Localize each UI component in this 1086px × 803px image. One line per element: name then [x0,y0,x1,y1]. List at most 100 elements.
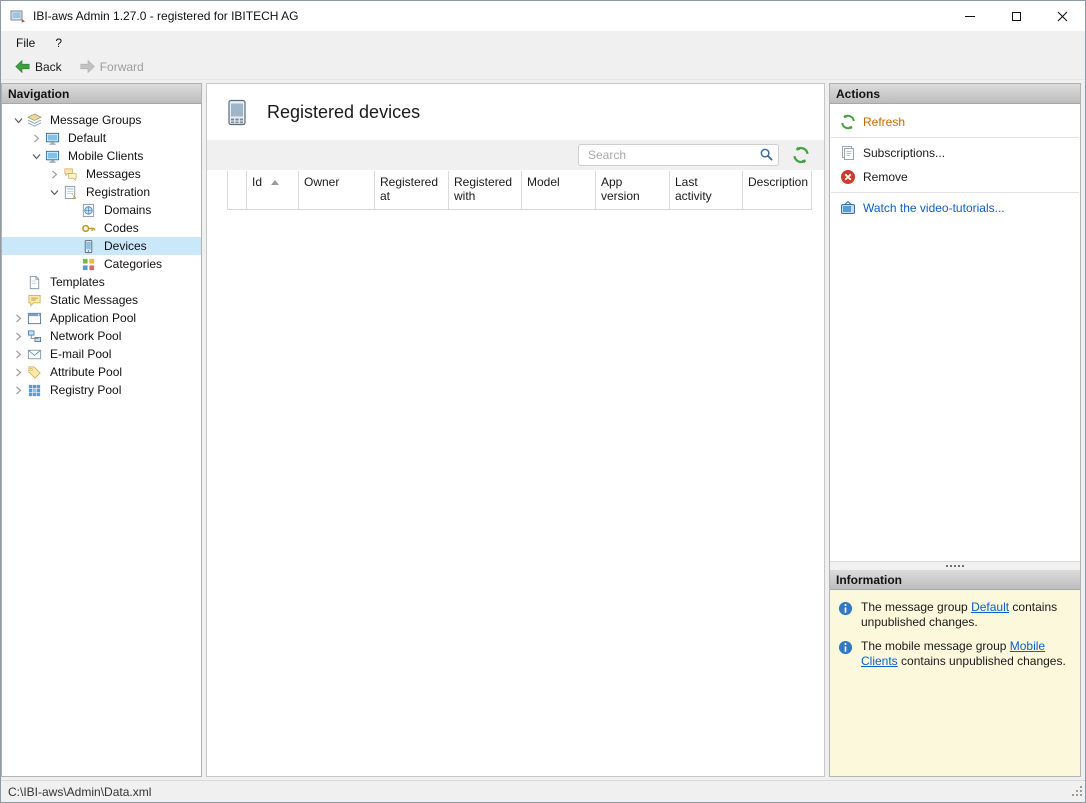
chevron-right-icon[interactable] [10,350,26,359]
subscriptions-icon [840,145,856,161]
navigation-tree: Message Groups Default Mobile Clients Me… [2,104,201,776]
column-header-description[interactable]: Description [743,171,812,209]
messages-icon [62,166,78,182]
menu-help[interactable]: ? [45,33,72,53]
action-video-tutorials[interactable]: Watch the video-tutorials... [830,196,1080,220]
chevron-down-icon[interactable] [10,116,26,125]
action-label: Refresh [863,115,905,129]
refresh-icon [840,114,856,130]
tree-item-attribute-pool[interactable]: Attribute Pool [2,363,201,381]
info-icon [838,601,854,617]
sort-ascending-icon [271,180,279,185]
menu-file[interactable]: File [6,33,45,53]
tree-item-label: Application Pool [47,310,139,326]
column-header-registered-at[interactable]: Registered at [375,171,449,209]
remove-icon [840,169,856,185]
tree-item-label: Messages [83,166,144,182]
chevron-right-icon[interactable] [10,386,26,395]
actions-panel-header: Actions [830,84,1080,104]
monitor-icon [44,130,60,146]
window-controls [947,1,1085,31]
app-window: IBI-aws Admin 1.27.0 - registered for IB… [0,0,1086,803]
tree-item-codes[interactable]: Codes [2,219,201,237]
titlebar: IBI-aws Admin 1.27.0 - registered for IB… [1,1,1085,31]
tree-item-label: Domains [101,202,154,218]
search-icon[interactable] [759,147,774,162]
info-note-mobile-clients: The mobile message group Mobile Clients … [838,639,1072,669]
column-header-owner[interactable]: Owner [299,171,375,209]
search-band [207,140,824,170]
back-button[interactable]: Back [7,57,70,77]
column-header-app-version[interactable]: App version [596,171,670,209]
tree-item-default[interactable]: Default [2,129,201,147]
tree-item-messages[interactable]: Messages [2,165,201,183]
network-icon [26,328,42,344]
app-icon [10,8,26,24]
chevron-right-icon[interactable] [10,314,26,323]
status-bar: C:\IBI-aws\Admin\Data.xml [1,780,1085,802]
tree-item-static-messages[interactable]: Static Messages [2,291,201,309]
column-header-model[interactable]: Model [522,171,596,209]
right-panel: Actions Refresh Subscriptions... Remove [829,83,1081,777]
tree-item-domains[interactable]: Domains [2,201,201,219]
tree-item-categories[interactable]: Categories [2,255,201,273]
tree-item-network-pool[interactable]: Network Pool [2,327,201,345]
tree-item-label: Attribute Pool [47,364,125,380]
tree-item-label: Mobile Clients [65,148,146,164]
app-window-icon [26,310,42,326]
tree-item-label: Categories [101,256,165,272]
content-area: Navigation Message Groups Default Mobile… [1,80,1085,780]
information-panel-header: Information [830,570,1080,590]
close-icon [1057,11,1068,22]
chevron-right-icon[interactable] [46,170,62,179]
forward-button[interactable]: Forward [72,57,152,77]
tree-item-message-groups[interactable]: Message Groups [2,111,201,129]
navigation-toolbar: Back Forward [1,54,1085,80]
chevron-right-icon[interactable] [10,332,26,341]
chevron-right-icon[interactable] [28,134,44,143]
info-note-text: The mobile message group Mobile Clients … [861,639,1072,669]
close-button[interactable] [1039,1,1085,31]
chevron-down-icon[interactable] [28,152,44,161]
column-header-registered-with[interactable]: Registered with [449,171,522,209]
forward-label: Forward [100,60,144,74]
tree-item-mobile-clients[interactable]: Mobile Clients [2,147,201,165]
action-subscriptions[interactable]: Subscriptions... [830,141,1080,165]
navigation-panel-header: Navigation [2,84,201,104]
devices-table-body [207,210,824,776]
column-header-id[interactable]: Id [247,171,299,209]
search-input[interactable] [578,144,779,166]
tree-item-label: Registration [83,184,153,200]
tree-item-label: Codes [101,220,142,236]
maximize-icon [1012,12,1021,21]
maximize-button[interactable] [993,1,1039,31]
tree-item-email-pool[interactable]: E-mail Pool [2,345,201,363]
action-refresh[interactable]: Refresh [830,110,1080,134]
domains-icon [80,202,96,218]
page-title: Registered devices [267,102,420,123]
actions-list: Refresh Subscriptions... Remove Watch th… [830,104,1080,561]
key-icon [80,220,96,236]
resize-grip[interactable] [1072,786,1083,800]
info-note-text: The message group Default contains unpub… [861,600,1072,630]
menu-bar: File ? [1,31,1085,54]
default-group-link[interactable]: Default [971,600,1009,614]
chevron-right-icon[interactable] [10,368,26,377]
tree-item-registry-pool[interactable]: Registry Pool [2,381,201,399]
refresh-list-button[interactable] [792,146,810,164]
tree-item-templates[interactable]: Templates [2,273,201,291]
forward-arrow-icon [80,60,95,73]
column-header-last-activity[interactable]: Last activity [670,171,743,209]
back-arrow-icon [15,60,30,73]
action-remove[interactable]: Remove [830,165,1080,189]
action-label: Subscriptions... [863,146,945,160]
tree-item-application-pool[interactable]: Application Pool [2,309,201,327]
minimize-button[interactable] [947,1,993,31]
tree-item-devices[interactable]: Devices [2,237,201,255]
minimize-icon [965,16,975,17]
panel-splitter[interactable] [830,561,1080,570]
chevron-down-icon[interactable] [46,188,62,197]
tree-item-registration[interactable]: Registration [2,183,201,201]
devices-table-header: Id Owner Registered at Registered with M… [227,171,812,210]
refresh-icon [792,146,810,164]
